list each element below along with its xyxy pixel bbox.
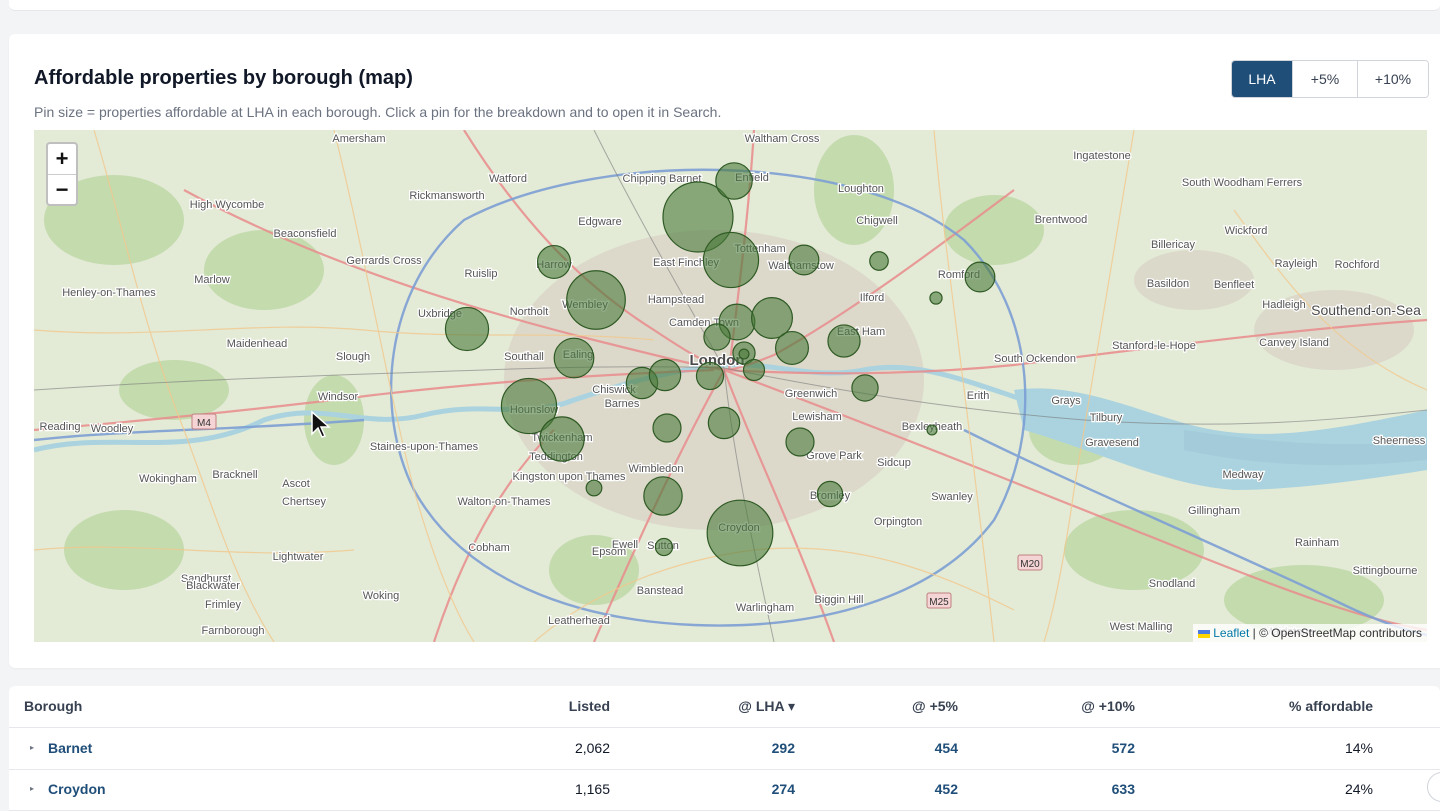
borough-pin[interactable] [742, 358, 766, 382]
plus-5-count[interactable]: 452 [935, 781, 958, 797]
attribution-separator: | [1249, 626, 1260, 640]
zoom-in-button[interactable]: + [48, 144, 76, 175]
affordability-toggle: LHA +5% +10% [1231, 60, 1429, 98]
borough-pin[interactable] [738, 348, 750, 360]
header-borough[interactable]: Borough [24, 698, 82, 714]
pct-affordable: 14% [1344, 740, 1373, 756]
borough-pin[interactable] [929, 291, 943, 305]
map-card: Affordable properties by borough (map) P… [9, 34, 1440, 668]
borough-pin[interactable] [536, 244, 572, 280]
table-header: Borough Listed @ LHA ▾ @ +5% @ +10% % af… [9, 686, 1440, 728]
borough-pin[interactable] [926, 424, 938, 436]
table-row[interactable]: ▸ Croydon 1,165 274 452 633 24% [9, 769, 1440, 811]
borough-pin[interactable] [869, 251, 889, 271]
borough-pin[interactable] [964, 261, 996, 293]
listed-count: 2,062 [574, 740, 610, 756]
header-listed[interactable]: Listed [569, 698, 610, 714]
borough-pin[interactable] [652, 413, 682, 443]
borough-pin[interactable] [648, 358, 682, 392]
zoom-out-button[interactable]: − [48, 175, 76, 205]
borough-pin[interactable] [553, 337, 595, 379]
borough-pin[interactable] [827, 324, 861, 358]
header-at-plus-10[interactable]: @ +10% [1081, 698, 1135, 714]
toggle-plus-5[interactable]: +5% [1293, 61, 1358, 97]
borough-pin[interactable] [706, 499, 774, 567]
borough-pin[interactable] [788, 244, 820, 276]
borough-pin[interactable] [566, 270, 626, 330]
plus-5-count[interactable]: 454 [935, 740, 958, 756]
zoom-control: + − [46, 142, 78, 206]
pct-affordable: 24% [1344, 781, 1373, 797]
header-at-lha[interactable]: @ LHA ▾ [738, 698, 795, 715]
borough-link[interactable]: Croydon [48, 781, 106, 797]
borough-pin[interactable] [444, 306, 490, 352]
header-pct-affordable[interactable]: % affordable [1289, 698, 1373, 714]
borough-pins [444, 162, 996, 567]
borough-pin[interactable] [539, 416, 585, 462]
map-description: Pin size = properties affordable at LHA … [34, 104, 722, 120]
borough-pin[interactable] [643, 476, 683, 516]
expand-caret-icon[interactable]: ▸ [30, 743, 34, 752]
header-at-plus-5[interactable]: @ +5% [912, 698, 958, 714]
leaflet-link[interactable]: Leaflet [1213, 626, 1249, 640]
borough-pin[interactable] [707, 406, 741, 440]
borough-pin[interactable] [816, 480, 844, 508]
borough-pin[interactable] [695, 361, 725, 391]
table-row[interactable]: ▸ Barnet 2,062 292 454 572 14% [9, 728, 1440, 770]
borough-link[interactable]: Barnet [48, 740, 92, 756]
plus-10-count[interactable]: 572 [1112, 740, 1135, 756]
borough-pin[interactable] [654, 537, 674, 557]
ukraine-flag-icon [1198, 629, 1211, 638]
borough-pin[interactable] [785, 427, 815, 457]
borough-table: Borough Listed @ LHA ▾ @ +5% @ +10% % af… [9, 686, 1440, 811]
toggle-lha[interactable]: LHA [1232, 61, 1293, 97]
borough-pin[interactable] [851, 374, 879, 402]
borough-pin[interactable] [715, 162, 753, 200]
plus-10-count[interactable]: 633 [1112, 781, 1135, 797]
listed-count: 1,165 [574, 781, 610, 797]
lha-count[interactable]: 292 [772, 740, 795, 756]
borough-pin[interactable] [585, 479, 603, 497]
map-attribution: Leaflet | © OpenStreetMap contributors [1193, 624, 1427, 642]
borough-map[interactable]: AmershamWatfordChipping BarnetEnfieldWal… [34, 130, 1427, 642]
borough-pin[interactable] [703, 323, 731, 351]
lha-count[interactable]: 274 [772, 781, 795, 797]
mouse-pointer-icon [311, 410, 331, 438]
osm-link[interactable]: © OpenStreetMap contributors [1259, 626, 1422, 640]
expand-caret-icon[interactable]: ▸ [30, 784, 34, 793]
page-title: Affordable properties by borough (map) [34, 67, 413, 89]
top-card-edge [9, 0, 1440, 11]
borough-pin[interactable] [774, 330, 810, 366]
toggle-plus-10[interactable]: +10% [1358, 61, 1428, 97]
borough-pin[interactable] [702, 231, 760, 289]
